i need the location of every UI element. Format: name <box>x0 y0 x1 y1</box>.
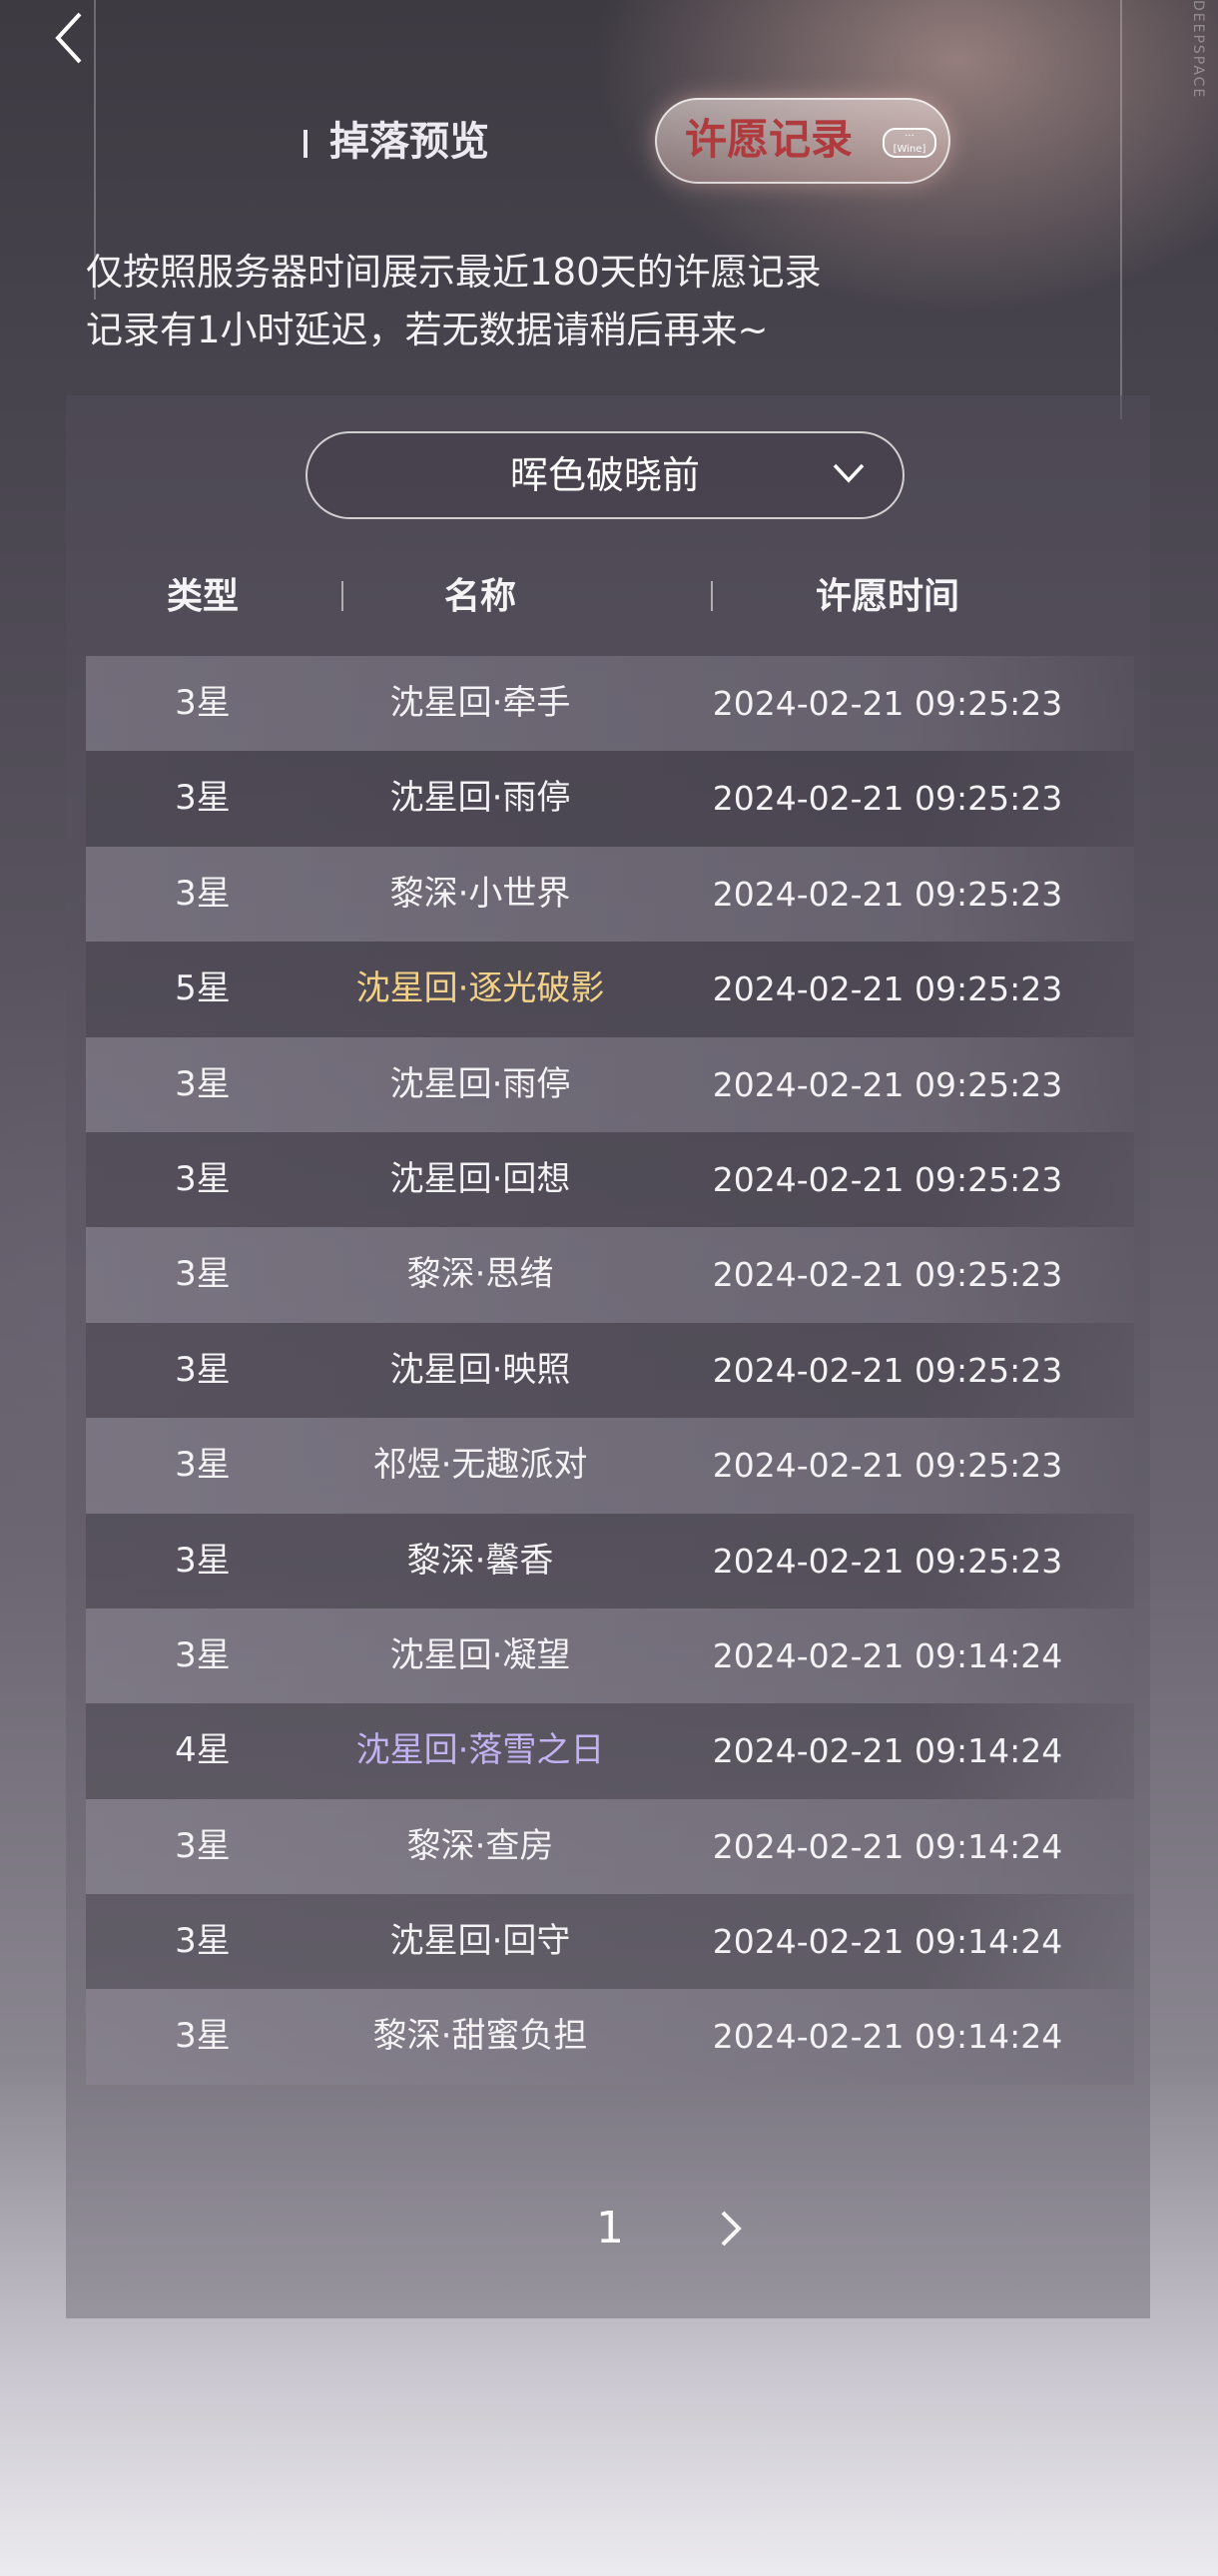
cell-type: 3星 <box>175 1634 231 1675</box>
cell-name: 沈星回·回守 <box>389 1921 571 1962</box>
table-row: 3星 沈星回·雨停 2024-02-21 09:25:23 <box>86 1036 1134 1132</box>
notice-text: 仅按照服务器时间展示最近180天的许愿记录 记录有1小时延迟，若无数据请稍后再来… <box>86 244 822 359</box>
cell-type: 3星 <box>175 683 231 723</box>
records-list: 3星 沈星回·牵手 2024-02-21 09:25:23 3星 沈星回·雨停 2024-… <box>86 656 1134 2085</box>
table-row: 3星 沈星回·牵手 2024-02-21 09:25:23 <box>86 656 1134 752</box>
tab-wish-records[interactable]: 许愿记录 ··· [Wine] <box>655 98 950 184</box>
cell-name: 沈星回·逐光破影 <box>355 968 605 1009</box>
table-row: 3星 黎深·甜蜜负担 2024-02-21 09:14:24 <box>86 1989 1134 2085</box>
cell-name: 黎深·查房 <box>406 1825 554 1866</box>
cell-type: 3星 <box>175 873 231 914</box>
notice-line1: 仅按照服务器时间展示最近180天的许愿记录 <box>86 251 822 294</box>
cell-type: 3星 <box>175 1254 231 1295</box>
cell-time: 2024-02-21 09:25:23 <box>712 874 1063 914</box>
cell-type: 4星 <box>175 1730 231 1771</box>
cell-type: 3星 <box>175 1158 231 1199</box>
tab-divider <box>304 130 307 158</box>
table-row: 3星 黎深·思绪 2024-02-21 09:25:23 <box>86 1227 1134 1323</box>
cell-type: 3星 <box>175 1540 231 1581</box>
table-row: 3星 黎深·小世界 2024-02-21 09:25:23 <box>86 846 1134 943</box>
header-time: 许愿时间 <box>815 575 959 617</box>
cell-time: 2024-02-21 09:14:24 <box>712 1922 1063 1962</box>
table-row: 3星 沈星回·凝望 2024-02-21 09:14:24 <box>86 1608 1134 1704</box>
cell-name: 沈星回·映照 <box>389 1349 571 1390</box>
tab-wish-records-label: 许愿记录 <box>685 115 854 164</box>
cell-type: 3星 <box>175 2016 231 2057</box>
cell-name: 沈星回·回想 <box>389 1158 571 1199</box>
deepspace-logo-mark: DEEPSPACE <box>1190 0 1206 100</box>
chevron-left-icon <box>55 12 82 64</box>
table-row: 3星 祁煜·无趣派对 2024-02-21 09:25:23 <box>86 1418 1134 1514</box>
chevron-right-icon <box>721 2211 742 2247</box>
cell-type: 3星 <box>175 1349 231 1390</box>
cell-time: 2024-02-21 09:25:23 <box>712 1064 1063 1104</box>
cell-type: 5星 <box>175 968 231 1009</box>
table-row: 3星 沈星回·回想 2024-02-21 09:25:23 <box>86 1131 1134 1228</box>
header-name: 名称 <box>443 575 516 617</box>
table-row: 3星 黎深·馨香 2024-02-21 09:25:23 <box>86 1513 1134 1609</box>
cell-type: 3星 <box>175 1445 231 1486</box>
cell-type: 3星 <box>175 1825 231 1866</box>
cell-name: 沈星回·雨停 <box>389 1063 571 1104</box>
cell-time: 2024-02-21 09:25:23 <box>712 969 1063 1009</box>
header-type: 类型 <box>166 575 239 617</box>
cell-time: 2024-02-21 09:25:23 <box>712 779 1063 819</box>
pool-select-value: 晖色破晓前 <box>509 453 700 497</box>
table-row: 3星 沈星回·映照 2024-02-21 09:25:23 <box>86 1322 1134 1419</box>
next-page-button[interactable] <box>711 2209 751 2249</box>
table-row: 3星 沈星回·雨停 2024-02-21 09:25:23 <box>86 751 1134 847</box>
cell-name: 黎深·小世界 <box>389 873 571 914</box>
back-button[interactable] <box>50 8 90 68</box>
cell-type: 3星 <box>175 778 231 819</box>
cell-name: 沈星回·落雪之日 <box>355 1730 605 1771</box>
tab-badge: ··· [Wine] <box>883 128 936 158</box>
pool-select-dropdown[interactable]: 晖色破晓前 <box>305 431 905 519</box>
table-row: 4星 沈星回·落雪之日 2024-02-21 09:14:24 <box>86 1703 1134 1799</box>
cell-time: 2024-02-21 09:25:23 <box>712 1159 1063 1199</box>
cell-type: 3星 <box>175 1921 231 1962</box>
cell-name: 沈星回·雨停 <box>389 778 571 819</box>
table-row: 3星 沈星回·回守 2024-02-21 09:14:24 <box>86 1894 1134 1990</box>
tab-badge-line1: ··· <box>905 131 914 142</box>
cell-name: 黎深·思绪 <box>406 1254 554 1295</box>
cell-time: 2024-02-21 09:14:24 <box>712 1826 1063 1866</box>
cell-name: 沈星回·牵手 <box>389 683 571 723</box>
table-header: 类型 名称 许愿时间 <box>86 563 1134 629</box>
tab-bar: 掉落预览 许愿记录 ··· [Wine] <box>0 98 1218 188</box>
page-number[interactable]: 1 <box>595 2189 625 2268</box>
tab-drop-preview-label: 掉落预览 <box>329 118 489 165</box>
cell-type: 3星 <box>175 1063 231 1104</box>
pagination: 1 <box>0 2189 1218 2268</box>
cell-time: 2024-02-21 09:14:24 <box>712 2017 1063 2057</box>
table-row: 5星 沈星回·逐光破影 2024-02-21 09:25:23 <box>86 942 1134 1037</box>
cell-name: 黎深·馨香 <box>406 1540 554 1581</box>
tab-drop-preview[interactable]: 掉落预览 <box>300 112 489 172</box>
table-row: 3星 黎深·查房 2024-02-21 09:14:24 <box>86 1798 1134 1895</box>
tab-badge-line2: [Wine] <box>893 144 926 155</box>
cell-time: 2024-02-21 09:25:23 <box>712 1350 1063 1390</box>
chevron-down-icon <box>833 463 865 483</box>
decorative-line-right <box>1120 0 1122 419</box>
cell-time: 2024-02-21 09:14:24 <box>712 1635 1063 1675</box>
cell-time: 2024-02-21 09:25:23 <box>712 684 1063 723</box>
cell-time: 2024-02-21 09:25:23 <box>712 1255 1063 1295</box>
cell-name: 沈星回·凝望 <box>389 1634 571 1675</box>
cell-time: 2024-02-21 09:14:24 <box>712 1731 1063 1771</box>
cell-time: 2024-02-21 09:25:23 <box>712 1446 1063 1486</box>
notice-line2: 记录有1小时延迟，若无数据请稍后再来~ <box>86 309 769 351</box>
cell-name: 祁煜·无趣派对 <box>372 1445 588 1486</box>
cell-time: 2024-02-21 09:25:23 <box>712 1541 1063 1581</box>
cell-name: 黎深·甜蜜负担 <box>372 2016 588 2057</box>
